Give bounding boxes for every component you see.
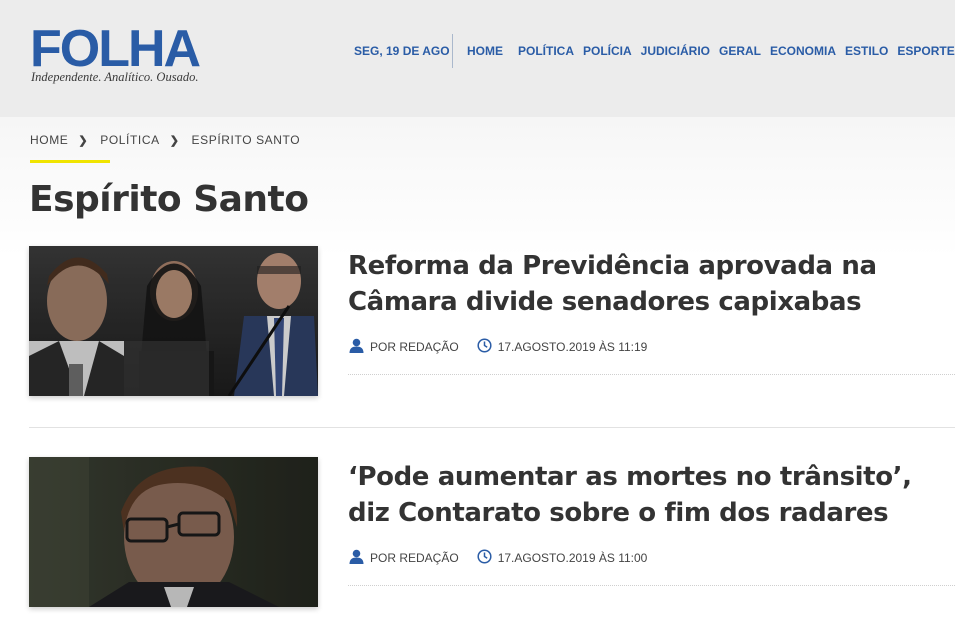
article-thumbnail[interactable] <box>29 457 318 607</box>
meta-divider <box>348 585 955 586</box>
article-author[interactable]: POR REDAÇÃO <box>370 340 459 354</box>
nav-item-policia[interactable]: POLÍCIA <box>583 44 632 58</box>
chevron-right-icon: ❯ <box>169 134 180 147</box>
nav-item-judiciario[interactable]: JUDICIÁRIO <box>641 44 710 58</box>
breadcrumb-politica[interactable]: POLÍTICA <box>100 133 159 147</box>
nav-item-esporte[interactable]: ESPORTE <box>897 44 954 58</box>
clock-icon <box>477 338 492 356</box>
chevron-right-icon: ❯ <box>78 134 89 147</box>
article-headline[interactable]: Reforma da Previdência aprovada na Câmar… <box>348 248 948 320</box>
article-headline[interactable]: ‘Pode aumentar as mortes no trânsito’, d… <box>348 459 948 531</box>
article-card: Reforma da Previdência aprovada na Câmar… <box>29 246 955 406</box>
main-nav: HOME POLÍTICA POLÍCIA JUDICIÁRIO GERAL E… <box>467 44 955 58</box>
article-card: ‘Pode aumentar as mortes no trânsito’, d… <box>29 457 955 617</box>
article-datetime: 17.AGOSTO.2019 ÀS 11:00 <box>497 551 648 565</box>
nav-item-estilo[interactable]: ESTILO <box>845 44 888 58</box>
breadcrumb-home[interactable]: HOME <box>30 133 68 147</box>
logo-tagline: Independente. Analítico. Ousado. <box>31 70 199 84</box>
user-icon <box>349 338 364 356</box>
clock-icon <box>477 549 492 567</box>
breadcrumb-espirito-santo[interactable]: ESPÍRITO SANTO <box>192 133 301 147</box>
article-meta: POR REDAÇÃO 17.AGOSTO.2019 ÀS 11:19 <box>349 338 647 356</box>
article-meta: POR REDAÇÃO 17.AGOSTO.2019 ÀS 11:00 <box>349 549 647 567</box>
nav-item-geral[interactable]: GERAL <box>719 44 761 58</box>
article-thumbnail[interactable] <box>29 246 318 396</box>
article-author[interactable]: POR REDAÇÃO <box>370 551 459 565</box>
breadcrumb: HOME ❯ POLÍTICA ❯ ESPÍRITO SANTO <box>30 133 300 147</box>
user-icon <box>349 549 364 567</box>
folha-logo[interactable]: FOLHA Independente. Analítico. Ousado. <box>30 20 220 88</box>
main-content: HOME ❯ POLÍTICA ❯ ESPÍRITO SANTO Espírit… <box>0 117 955 637</box>
nav-item-politica[interactable]: POLÍTICA <box>518 44 574 58</box>
logo-wordmark: FOLHA <box>30 20 201 78</box>
article-datetime: 17.AGOSTO.2019 ÀS 11:19 <box>497 340 648 354</box>
nav-divider <box>452 34 453 68</box>
nav-item-home[interactable]: HOME <box>467 44 503 58</box>
article-separator <box>29 427 955 428</box>
nav-item-economia[interactable]: ECONOMIA <box>770 44 836 58</box>
breadcrumb-underline <box>30 160 110 163</box>
site-header: FOLHA Independente. Analítico. Ousado. S… <box>0 0 955 117</box>
page-title: Espírito Santo <box>29 179 309 220</box>
meta-divider <box>348 374 955 375</box>
current-date: SEG, 19 DE AGO <box>354 44 450 58</box>
